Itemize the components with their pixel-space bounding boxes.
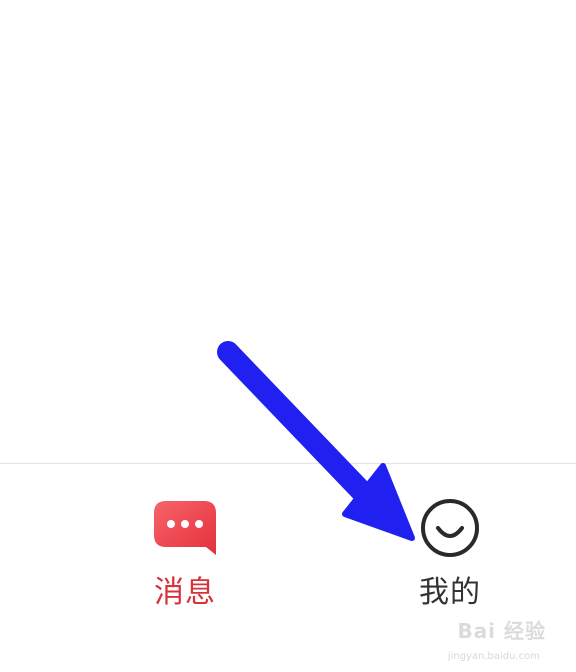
tab-messages-label: 消息 [154, 575, 216, 610]
content-area [0, 0, 576, 463]
watermark-logo: Bai 经验 [457, 619, 546, 643]
watermark-url: jingyan.baidu.com [447, 651, 540, 662]
app-screen: 消息 我的 Bai 经验 jingyan.baidu.com [0, 0, 576, 672]
chat-bubble-icon [151, 498, 219, 558]
tab-mine-label: 我的 [419, 575, 481, 610]
tab-mine[interactable]: 我的 [385, 498, 515, 618]
tab-messages[interactable]: 消息 [120, 498, 250, 618]
smiley-icon [416, 498, 484, 558]
